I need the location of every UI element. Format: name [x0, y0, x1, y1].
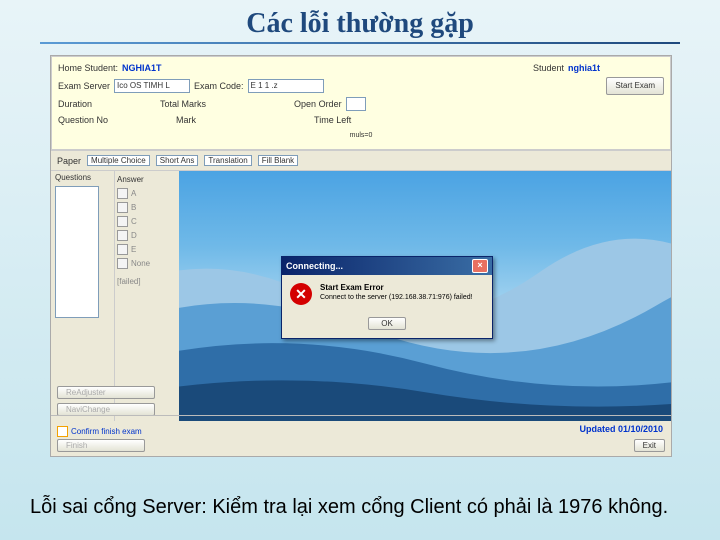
- open-order-field[interactable]: [346, 97, 366, 111]
- answer-column: Answer A B C D E None [failed]: [115, 171, 179, 421]
- slide: Các lỗi thường gặp Home Student: NGHIA1T…: [0, 0, 720, 540]
- checkbox-icon: [117, 258, 128, 269]
- answer-label: None: [131, 259, 150, 268]
- answer-option-d[interactable]: D: [117, 230, 177, 241]
- finish-button[interactable]: Finish: [57, 439, 145, 452]
- start-exam-button[interactable]: Start Exam: [606, 77, 664, 95]
- dialog-text: Start Exam Error Connect to the server (…: [320, 283, 473, 302]
- answer-label: D: [131, 231, 137, 240]
- error-dialog: Connecting... × ✕ Start Exam Error Conne…: [281, 256, 493, 339]
- dialog-button-row: OK: [282, 313, 492, 338]
- checkbox-icon: [57, 426, 68, 437]
- readjuster-button[interactable]: ReAdjuster: [57, 386, 155, 399]
- time-left-label: Time Left: [314, 113, 351, 127]
- error-icon: ✕: [290, 283, 312, 305]
- home-student-label: Home Student:: [58, 61, 118, 75]
- answer-failed: [failed]: [117, 277, 177, 286]
- marks-small: muls=0: [350, 129, 373, 143]
- answer-option-none[interactable]: None: [117, 258, 177, 269]
- app-screenshot: Home Student: NGHIA1T Student nghia1t Ex…: [50, 55, 672, 457]
- failed-label: [failed]: [117, 277, 141, 286]
- open-order-label: Open Order: [294, 97, 342, 111]
- answer-label: A: [131, 189, 136, 198]
- question-no-label: Question No: [58, 113, 108, 127]
- title-underline: [40, 42, 680, 44]
- error-heading: Start Exam Error: [320, 283, 384, 292]
- student-label: Student: [533, 61, 564, 75]
- paper-tab-short[interactable]: Short Ans: [156, 155, 199, 166]
- confirm-finish-label: Confirm finish exam: [71, 427, 142, 436]
- confirm-finish-checkbox[interactable]: Confirm finish exam: [57, 426, 145, 437]
- error-message: Connect to the server (192.168.38.71:976…: [320, 294, 473, 301]
- mark-label: Mark: [176, 113, 196, 127]
- paper-label: Paper: [57, 156, 81, 166]
- close-icon[interactable]: ×: [472, 259, 488, 273]
- home-student-value: NGHIA1T: [122, 61, 162, 75]
- checkbox-icon: [117, 216, 128, 227]
- separator: [51, 415, 671, 416]
- finish-area: Confirm finish exam Finish: [57, 426, 145, 452]
- answer-label: E: [131, 245, 136, 254]
- duration-label: Duration: [58, 97, 92, 111]
- answer-option-b[interactable]: B: [117, 202, 177, 213]
- exam-server-label: Exam Server: [58, 79, 110, 93]
- exam-code-field[interactable]: E 1 1 .z: [248, 79, 324, 93]
- paper-tab-multiple[interactable]: Multiple Choice: [87, 155, 150, 166]
- checkbox-icon: [117, 202, 128, 213]
- exam-code-label: Exam Code:: [194, 79, 244, 93]
- answer-label: B: [131, 203, 136, 212]
- checkbox-icon: [117, 244, 128, 255]
- dialog-titlebar: Connecting... ×: [282, 257, 492, 275]
- exam-server-field[interactable]: Ico OS TIMH L: [114, 79, 190, 93]
- dialog-title-text: Connecting...: [286, 261, 343, 271]
- paper-tab-fillblank[interactable]: Fill Blank: [258, 155, 298, 166]
- total-marks-label: Total Marks: [160, 97, 206, 111]
- exit-button[interactable]: Exit: [634, 439, 665, 452]
- questions-listbox[interactable]: [55, 186, 99, 318]
- ok-button[interactable]: OK: [368, 317, 406, 330]
- slide-caption: Lỗi sai cổng Server: Kiểm tra lại xem cổ…: [30, 494, 690, 520]
- answer-option-a[interactable]: A: [117, 188, 177, 199]
- paper-tab-translation[interactable]: Translation: [204, 155, 251, 166]
- answer-label: C: [131, 217, 137, 226]
- student-value: nghia1t: [568, 61, 600, 75]
- checkbox-icon: [117, 188, 128, 199]
- slide-title: Các lỗi thường gặp: [0, 0, 720, 42]
- questions-header: Questions: [55, 173, 110, 182]
- answer-header: Answer: [117, 175, 177, 184]
- answer-option-c[interactable]: C: [117, 216, 177, 227]
- questions-column: Questions: [51, 171, 115, 421]
- checkbox-icon: [117, 230, 128, 241]
- left-buttons: ReAdjuster NaviChange: [57, 386, 155, 416]
- paper-tabs: Paper Multiple Choice Short Ans Translat…: [51, 150, 671, 170]
- updated-label: Updated 01/10/2010: [579, 424, 663, 434]
- header-panel: Home Student: NGHIA1T Student nghia1t Ex…: [51, 56, 671, 150]
- dialog-body: ✕ Start Exam Error Connect to the server…: [282, 275, 492, 313]
- answer-option-e[interactable]: E: [117, 244, 177, 255]
